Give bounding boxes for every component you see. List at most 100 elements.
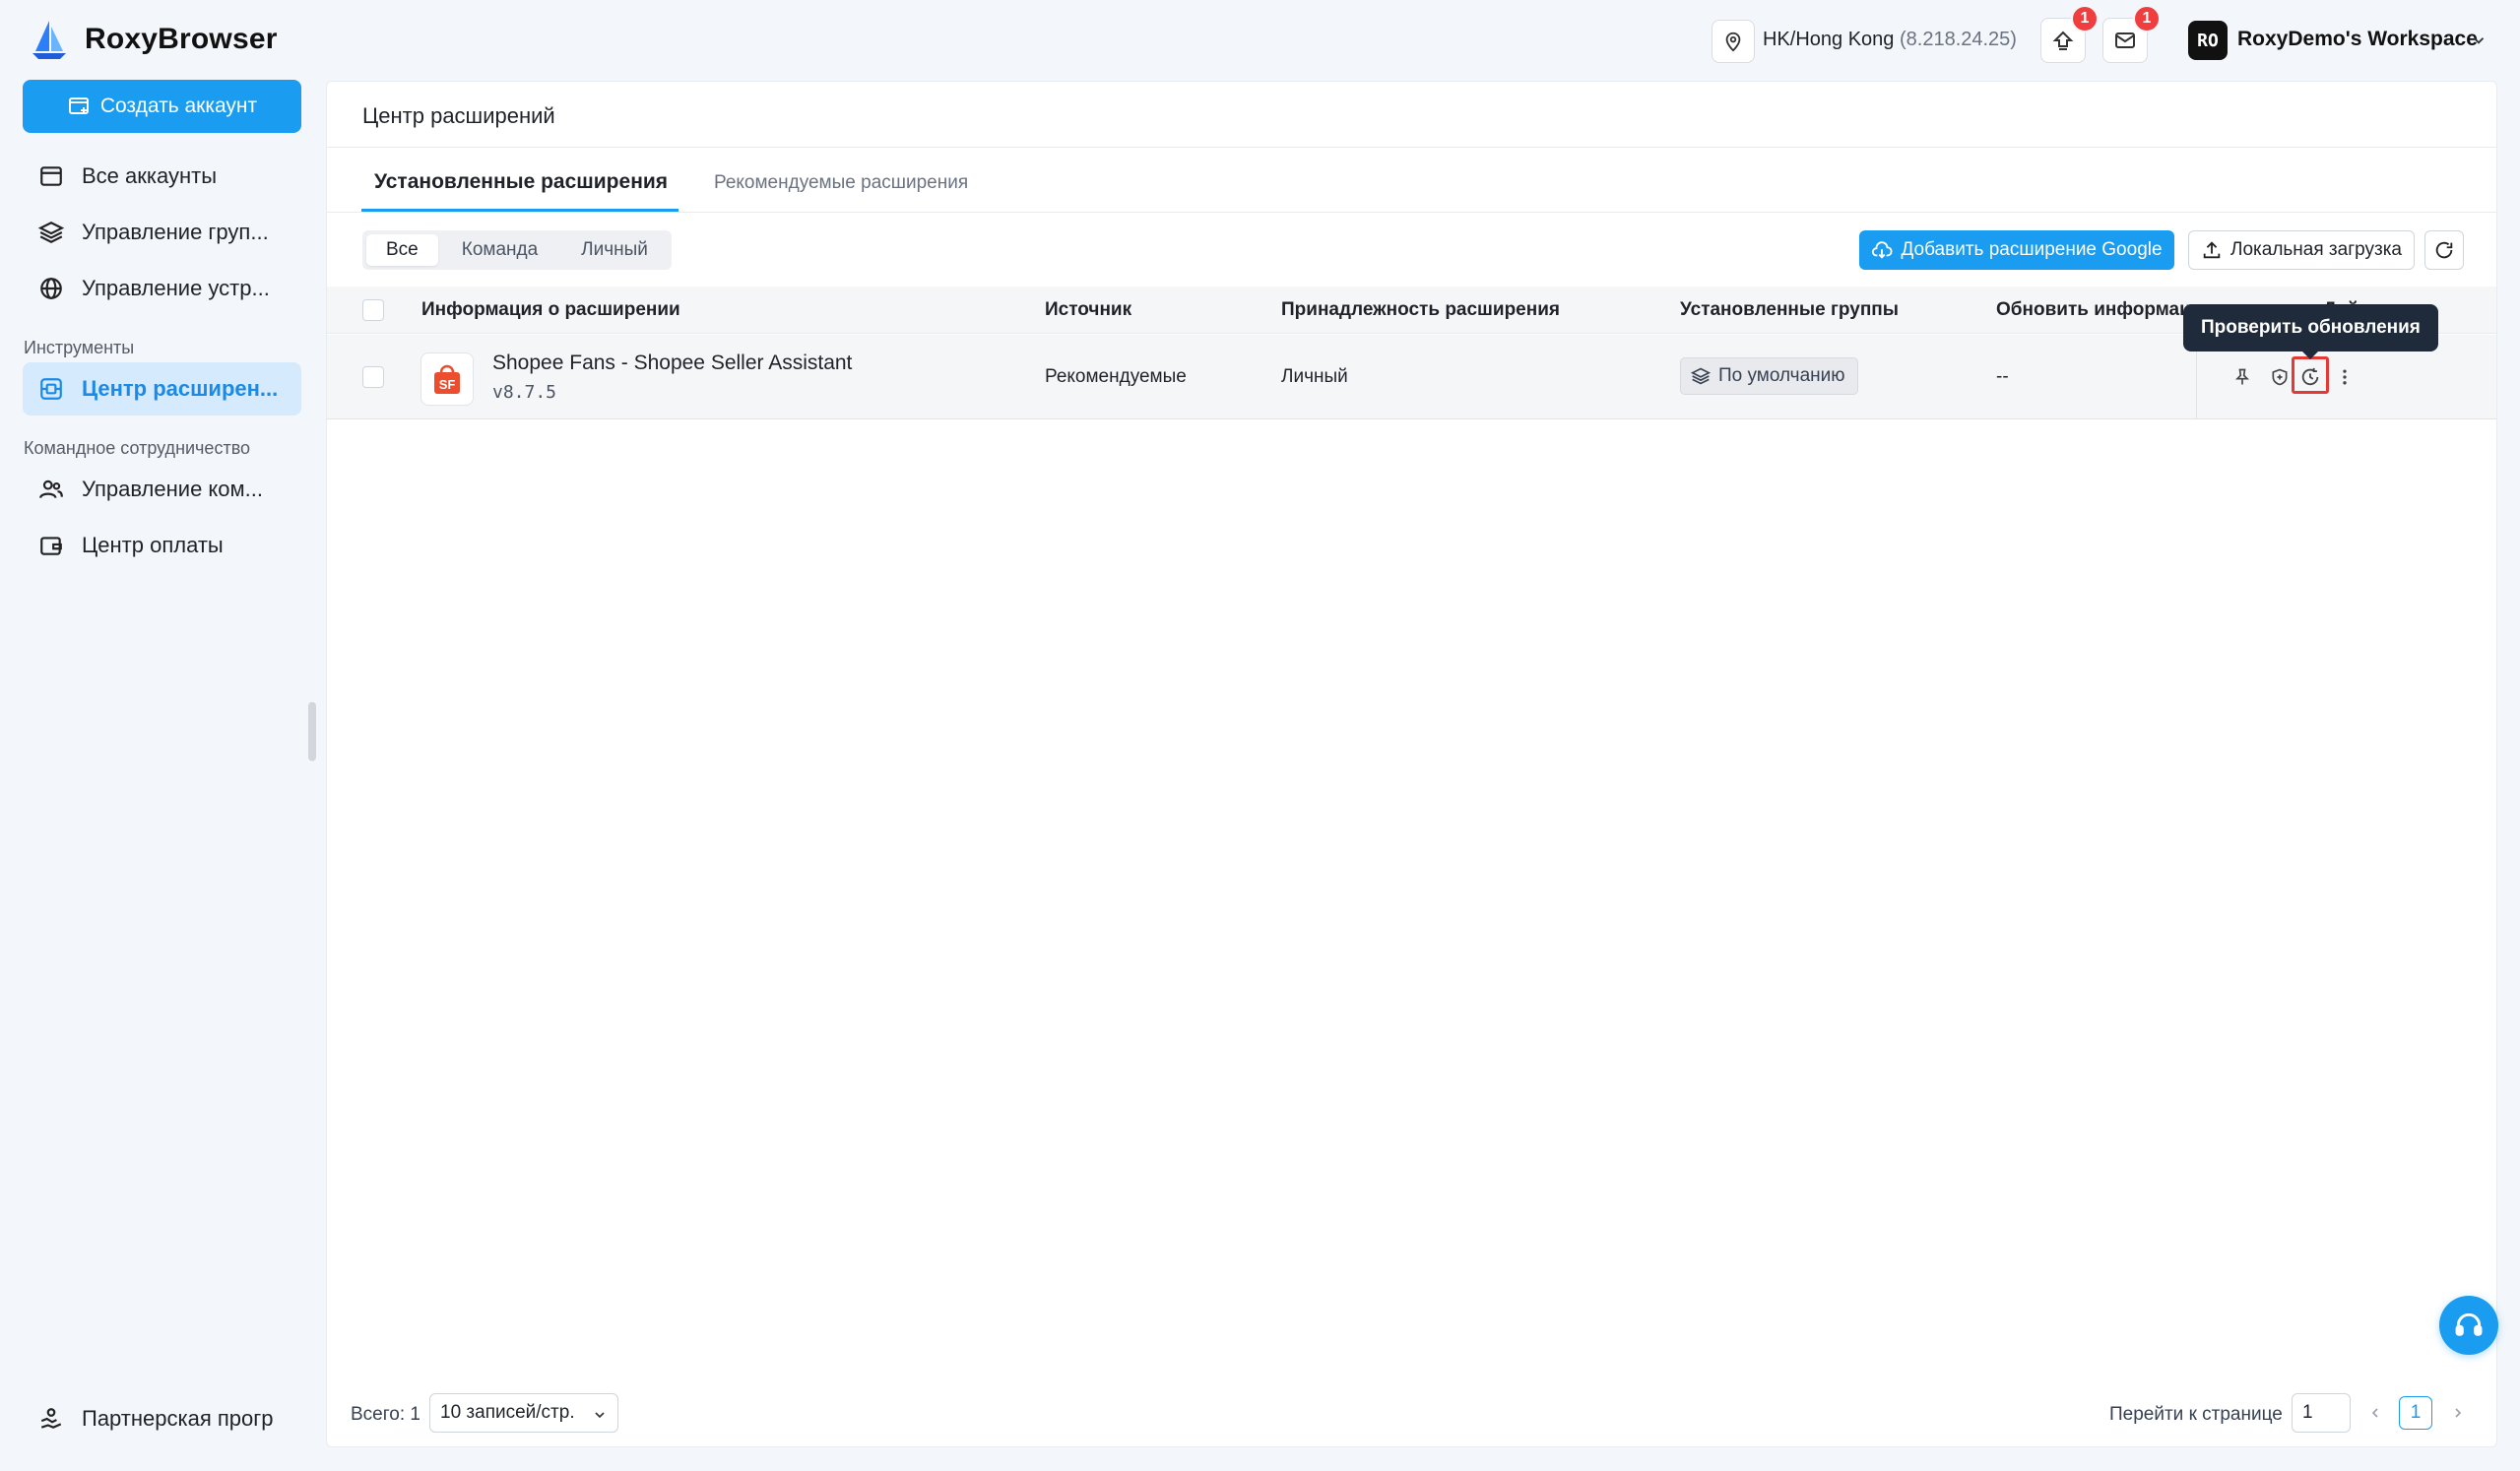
pin-button[interactable] [2229, 364, 2255, 390]
add-window-icon [68, 97, 89, 114]
sidebar-item-label: Центр оплаты [82, 533, 224, 557]
sidebar-item-device-management[interactable]: Управление устр... [23, 262, 301, 315]
app-name: RoxyBrowser [85, 23, 278, 55]
sidebar-item-label: Управление груп... [82, 220, 269, 244]
sidebar-scrollbar[interactable] [308, 702, 316, 761]
location-pin-icon [1725, 32, 1741, 52]
extension-logo-text: SF [439, 377, 456, 392]
sidebar-item-group-management[interactable]: Управление груп... [23, 206, 301, 259]
page-size-select[interactable]: 10 записей/стр. [429, 1393, 618, 1433]
mail-button[interactable]: 1 [2102, 5, 2161, 63]
main-panel: Центр расширений Установленные расширени… [326, 81, 2497, 1447]
highlight-box [2292, 356, 2329, 394]
column-header: Источник [1045, 299, 1132, 320]
chevron-right-icon [2455, 1408, 2462, 1418]
upload-icon [2203, 241, 2221, 259]
sidebar-item-extension-center[interactable]: Центр расширен... [23, 362, 301, 416]
shield-plus-icon [2272, 368, 2288, 386]
headset-icon [2455, 1312, 2483, 1336]
extension-logo: SF [420, 352, 474, 406]
add-google-extension-label: Добавить расширение Google [1901, 239, 2163, 260]
support-button[interactable] [2439, 1296, 2498, 1355]
select-all-checkbox[interactable] [362, 299, 384, 321]
local-upload-label: Локальная загрузка [2229, 239, 2402, 260]
more-vertical-icon [2343, 369, 2347, 385]
chevron-down-icon [595, 1412, 605, 1419]
sidebar-item-label: Управление ком... [82, 477, 263, 501]
refresh-button[interactable] [2424, 230, 2464, 270]
local-upload-button[interactable]: Локальная загрузка [2188, 230, 2415, 270]
top-bar: RoxyBrowser HK/Hong Kong (8.218.24.25) 1… [0, 0, 2520, 79]
tab-recommended-extensions[interactable]: Рекомендуемые расширения [714, 172, 968, 194]
location-name: HK/Hong Kong [1763, 29, 1895, 50]
group-tag: По умолчанию [1680, 357, 1858, 395]
update-info: -- [1996, 366, 2009, 387]
page-number-current[interactable]: 1 [2399, 1396, 2432, 1430]
workspace-name[interactable]: RoxyDemo's Workspace [2237, 28, 2478, 51]
section-label-tools: Инструменты [24, 338, 135, 357]
mail-badge: 1 [2133, 5, 2161, 32]
group-tag-label: По умолчанию [1718, 365, 1845, 386]
partner-label: Партнерская прогр [82, 1406, 274, 1431]
upload-badge: 1 [2071, 5, 2099, 32]
divider [327, 212, 2496, 213]
filter-team[interactable]: Команда [442, 234, 557, 266]
ip-address: (8.218.24.25) [1899, 29, 2017, 50]
mail-icon [2115, 32, 2135, 48]
extension-ownership: Личный [1281, 366, 1348, 387]
table-header: Информация о расширении Источник Принадл… [327, 287, 2496, 334]
check-updates-tooltip: Проверить обновления [2183, 304, 2438, 359]
page-size-value: 10 записей/стр. [440, 1402, 575, 1423]
sidebar-item-label: Управление устр... [82, 276, 270, 300]
app-logo[interactable]: RoxyBrowser [28, 18, 278, 61]
extension-name: Shopee Fans - Shopee Seller Assistant [492, 352, 853, 374]
table-row[interactable]: SF Shopee Fans - Shopee Seller Assistant… [327, 335, 2496, 419]
security-button[interactable] [2267, 364, 2293, 390]
upload-button[interactable]: 1 [2040, 5, 2099, 63]
workspace-avatar[interactable]: RO [2188, 21, 2228, 60]
add-google-extension-button[interactable]: Добавить расширение Google [1859, 230, 2174, 270]
create-account-label: Создать аккаунт [99, 95, 258, 117]
sidebar-item-label: Центр расширен... [82, 376, 279, 401]
shopee-bag-icon: SF [434, 364, 460, 394]
sidebar-item-all-accounts[interactable]: Все аккаунты [23, 150, 301, 203]
filter-personal[interactable]: Личный [561, 234, 668, 266]
cloud-download-icon [1872, 241, 1893, 259]
chevron-left-icon [2371, 1408, 2378, 1418]
sidebar-item-payment-center[interactable]: Центр оплаты [23, 519, 301, 572]
globe-icon [40, 278, 62, 299]
layers-icon [38, 222, 64, 243]
pin-icon [2234, 368, 2250, 385]
tab-installed-extensions[interactable]: Установленные расширения [374, 170, 668, 194]
location-button[interactable] [1712, 20, 1755, 63]
filter-segmented-control: Все Команда Личный [362, 230, 672, 270]
goto-page-input[interactable]: 1 [2292, 1393, 2351, 1433]
column-header: Принадлежность расширения [1281, 299, 1560, 320]
page-title: Центр расширений [362, 103, 555, 128]
handshake-icon [40, 1408, 62, 1429]
extension-version: v8.7.5 [492, 382, 557, 403]
chevron-down-icon[interactable] [2470, 32, 2488, 49]
create-account-button[interactable]: Создать аккаунт [23, 80, 301, 133]
sidebar-item-partner-program[interactable]: Партнерская прогр [23, 1392, 301, 1445]
prev-page-button[interactable] [2365, 1403, 2385, 1423]
goto-page-label: Перейти к странице [2109, 1404, 2283, 1425]
filter-all[interactable]: Все [366, 234, 438, 266]
layers-icon [1691, 367, 1711, 385]
column-header: Информация о расширении [421, 299, 680, 320]
sidebar-item-team-management[interactable]: Управление ком... [23, 463, 301, 516]
sail-logo-icon [32, 21, 66, 59]
location-info: HK/Hong Kong (8.218.24.25) [1763, 29, 2017, 51]
row-checkbox[interactable] [362, 366, 384, 388]
extension-icon [40, 378, 62, 400]
section-label-team: Командное сотрудничество [24, 438, 251, 458]
window-icon [40, 166, 62, 186]
wallet-icon [40, 537, 62, 555]
divider [327, 147, 2496, 148]
next-page-button[interactable] [2448, 1403, 2468, 1423]
refresh-icon [2435, 241, 2453, 259]
more-button[interactable] [2332, 364, 2358, 390]
total-count: Всего: 1 [351, 1404, 420, 1425]
upload-house-icon [2052, 31, 2074, 50]
extension-source: Рекомендуемые [1045, 366, 1187, 387]
